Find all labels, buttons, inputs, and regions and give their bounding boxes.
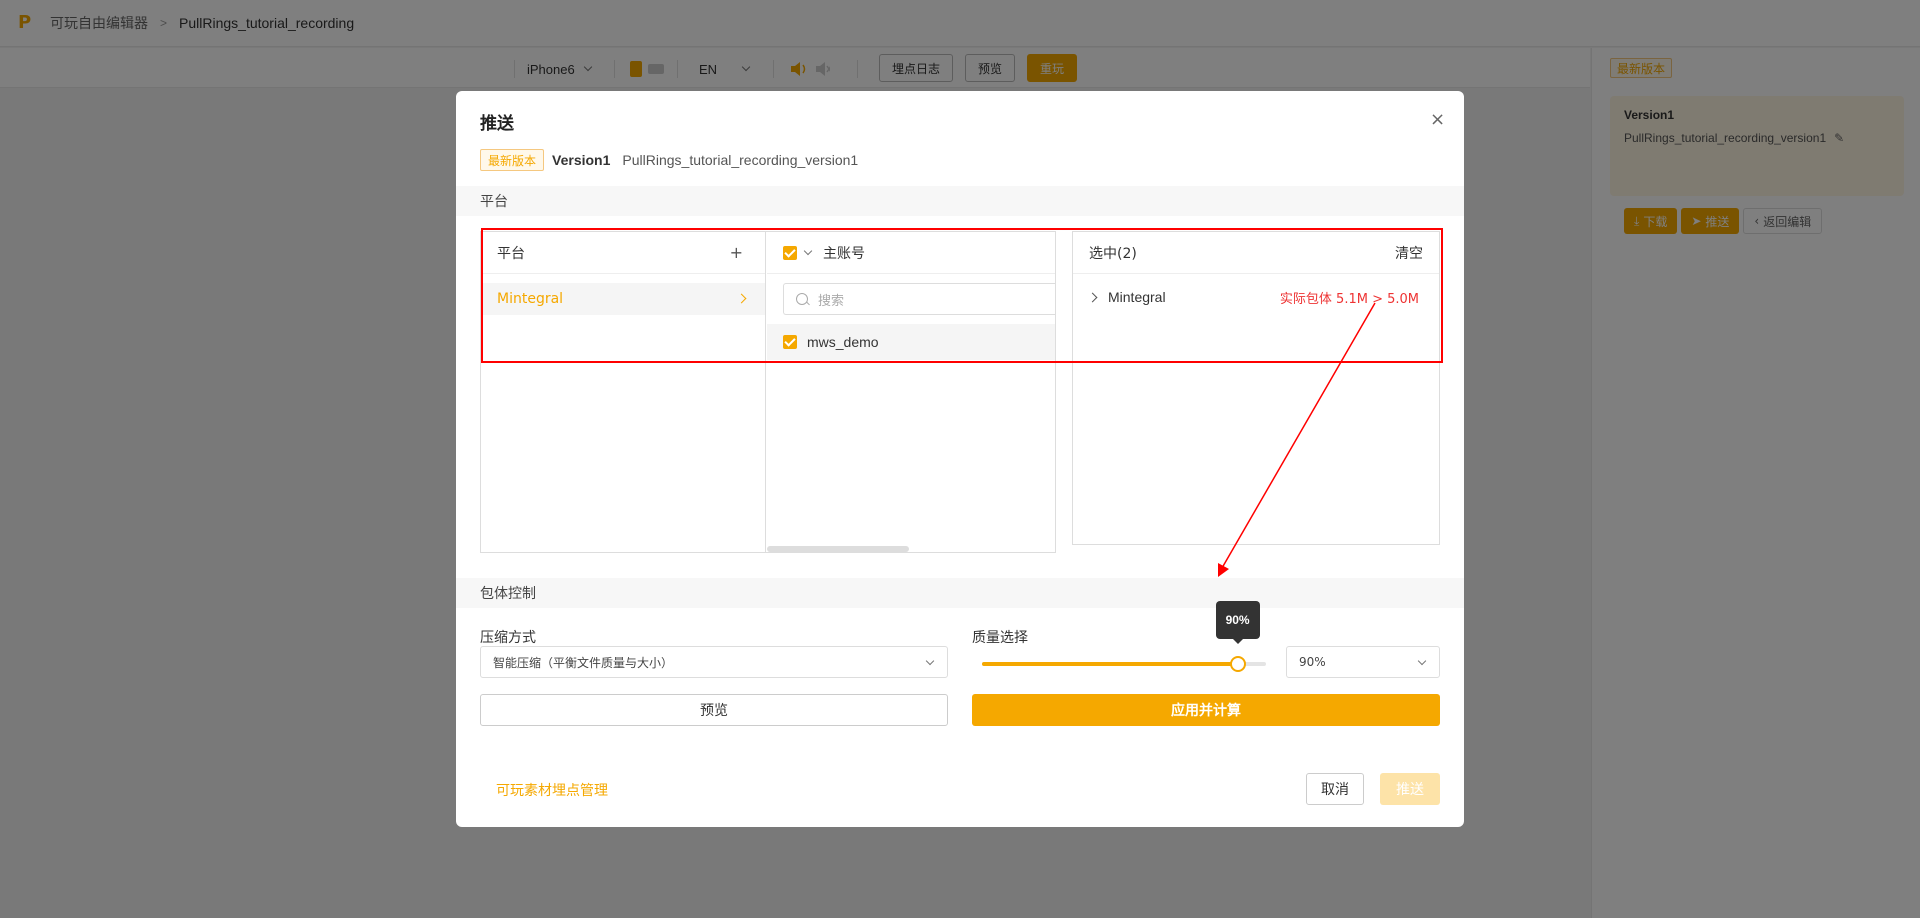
selected-count: 选中(2) — [1089, 245, 1137, 262]
size-warning: 实际包体 5.1M > 5.0M — [1279, 291, 1419, 307]
account-column-title: 主账号 — [823, 245, 865, 262]
latest-version-badge: 最新版本 — [480, 149, 545, 171]
push-submit-button[interactable]: 推送 — [1380, 773, 1440, 805]
platform-account-picker: 平台 + Mintegral 主账号 搜索 mws_demo — [480, 231, 1056, 553]
platform-section-header: 平台 — [456, 186, 1464, 216]
version-title: Version1 — [552, 152, 611, 168]
preview-button[interactable]: 预览 — [480, 694, 948, 726]
scrollbar-thumb[interactable] — [767, 546, 909, 552]
compress-value: 智能压缩（平衡文件质量与大小） — [493, 655, 674, 670]
platform-column-title: 平台 — [497, 245, 525, 262]
push-dialog: 推送 × 最新版本 Version1 PullRings_tutorial_re… — [456, 91, 1464, 827]
apply-calculate-button[interactable]: 应用并计算 — [972, 694, 1440, 726]
account-item-label: mws_demo — [807, 334, 879, 350]
quality-select-value: 90% — [1299, 655, 1326, 669]
account-column: 主账号 搜索 mws_demo — [767, 232, 1055, 552]
slider-handle[interactable] — [1229, 656, 1246, 672]
platform-item-mintegral[interactable]: Mintegral — [481, 283, 765, 315]
package-section-header: 包体控制 — [456, 578, 1464, 608]
quality-slider[interactable] — [982, 654, 1266, 674]
platform-column: 平台 + Mintegral — [481, 232, 766, 552]
compress-label: 压缩方式 — [480, 630, 536, 646]
selected-item-label: Mintegral — [1108, 289, 1166, 305]
slider-track[interactable] — [982, 662, 1238, 666]
account-checkbox[interactable] — [783, 335, 797, 349]
dialog-title: 推送 — [480, 114, 514, 134]
selected-item[interactable]: Mintegral 实际包体 5.1M > 5.0M — [1073, 284, 1439, 310]
compress-select[interactable]: 智能压缩（平衡文件质量与大小） — [480, 646, 948, 678]
selected-list: 选中(2) 清空 Mintegral 实际包体 5.1M > 5.0M — [1072, 231, 1440, 545]
close-icon[interactable]: × — [1430, 109, 1445, 130]
chevron-right-icon — [736, 293, 747, 304]
add-platform-icon[interactable]: + — [730, 243, 743, 262]
chevron-down-icon — [1417, 656, 1427, 666]
chevron-down-icon — [925, 656, 935, 666]
search-placeholder: 搜索 — [818, 293, 845, 309]
quality-tooltip: 90% — [1215, 601, 1260, 644]
quality-select[interactable]: 90% — [1286, 646, 1440, 678]
version-name: PullRings_tutorial_recording_version1 — [622, 152, 859, 168]
search-icon — [796, 293, 808, 305]
event-management-link[interactable]: 可玩素材埋点管理 — [496, 780, 608, 800]
chevron-right-icon[interactable] — [1087, 292, 1098, 302]
account-column-header: 主账号 — [767, 232, 1055, 274]
account-item[interactable]: mws_demo — [767, 324, 1055, 360]
horizontal-scrollbar[interactable] — [767, 546, 1055, 552]
platform-item-label: Mintegral — [497, 291, 564, 307]
cancel-button[interactable]: 取消 — [1306, 773, 1364, 805]
clear-button[interactable]: 清空 — [1395, 243, 1423, 263]
select-all-checkbox[interactable] — [783, 245, 797, 260]
account-search-input[interactable]: 搜索 — [783, 283, 1055, 315]
platform-column-header: 平台 + — [481, 232, 765, 274]
selected-list-header: 选中(2) 清空 — [1073, 232, 1439, 274]
version-row: 最新版本 Version1 PullRings_tutorial_recordi… — [480, 147, 858, 173]
quality-label: 质量选择 — [972, 630, 1028, 646]
chevron-down-icon[interactable] — [803, 246, 813, 255]
